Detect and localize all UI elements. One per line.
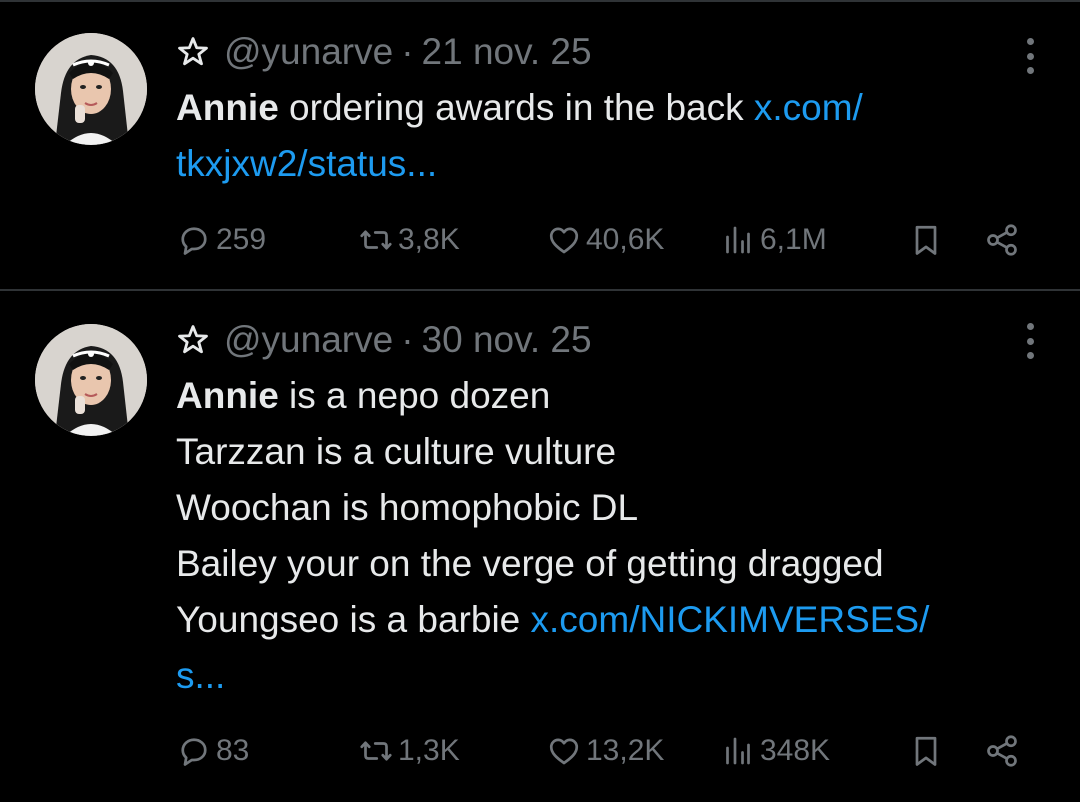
author-handle[interactable]: @yunarve bbox=[224, 319, 393, 361]
repost-button[interactable]: 3,8K bbox=[358, 220, 460, 260]
tweet-link[interactable]: tkxjxw2/status... bbox=[176, 143, 437, 184]
like-count: 13,2K bbox=[586, 734, 665, 767]
like-count: 40,6K bbox=[586, 223, 665, 256]
mention-bold: Annie bbox=[176, 375, 279, 416]
heart-icon bbox=[549, 738, 579, 765]
views-bar-chart-icon bbox=[726, 737, 750, 765]
tweet-link[interactable]: s... bbox=[176, 655, 225, 696]
tweet-actions: 259 3,8K 40,6K 6,1M bbox=[176, 220, 1036, 260]
like-button[interactable]: 40,6K bbox=[546, 220, 664, 260]
bookmark-button[interactable] bbox=[908, 731, 944, 771]
bookmark-button[interactable] bbox=[908, 220, 944, 260]
star-outline-icon bbox=[178, 37, 208, 66]
share-icon bbox=[987, 224, 1017, 256]
views-count: 6,1M bbox=[760, 223, 827, 256]
tweet-text-line: tkxjxw2/status... bbox=[176, 136, 1046, 192]
tweet[interactable]: @yunarve · 21 nov. 25 Annie ordering awa… bbox=[0, 0, 1080, 289]
more-vertical-icon[interactable] bbox=[1024, 323, 1036, 359]
bookmark-icon bbox=[915, 225, 937, 255]
mention-bold: Annie bbox=[176, 87, 279, 128]
views-button[interactable]: 6,1M bbox=[720, 220, 827, 260]
tweet-text: Annie is a nepo dozen Tarzzan is a cultu… bbox=[176, 368, 1046, 704]
reply-bubble-icon bbox=[181, 738, 207, 766]
tweet-text-line: s... bbox=[176, 648, 1046, 704]
repost-count: 3,8K bbox=[398, 223, 460, 256]
tweet-actions: 83 1,3K 13,2K 348K bbox=[176, 731, 1036, 771]
star-outline-icon bbox=[178, 325, 208, 354]
tweet-text-line: Annie is a nepo dozen bbox=[176, 375, 551, 416]
header-separator: · bbox=[401, 31, 414, 72]
views-count: 348K bbox=[760, 734, 831, 767]
tweet-text-line: Bailey your on the verge of getting drag… bbox=[176, 543, 884, 584]
tweet-header: @yunarve · 30 nov. 25 bbox=[176, 318, 592, 362]
reply-count: 259 bbox=[216, 223, 267, 256]
tweet-link[interactable]: x.com/NICKIMVERSES/ bbox=[531, 599, 930, 640]
bookmark-icon bbox=[915, 736, 937, 766]
share-icon bbox=[987, 735, 1017, 767]
views-button[interactable]: 348K bbox=[720, 731, 830, 771]
share-button[interactable] bbox=[984, 220, 1020, 260]
reply-bubble-icon bbox=[181, 227, 207, 255]
header-separator: · bbox=[401, 319, 414, 360]
avatar[interactable] bbox=[35, 324, 147, 436]
views-bar-chart-icon bbox=[726, 226, 750, 254]
reply-count: 83 bbox=[216, 734, 250, 767]
heart-icon bbox=[549, 227, 579, 254]
tweet[interactable]: @yunarve · 30 nov. 25 Annie is a nepo do… bbox=[0, 291, 1080, 802]
tweet-text-line: Youngseo is a barbie x.com/NICKIMVERSES/ bbox=[176, 599, 930, 640]
tweet-date[interactable]: 21 nov. 25 bbox=[422, 31, 592, 73]
tweet-link[interactable]: x.com/ bbox=[754, 87, 863, 128]
share-button[interactable] bbox=[984, 731, 1020, 771]
tweet-text: Annie ordering awards in the back x.com/… bbox=[176, 80, 1046, 192]
repost-arrows-icon bbox=[360, 230, 392, 250]
tweet-text-line: Woochan is homophobic DL bbox=[176, 487, 639, 528]
avatar[interactable] bbox=[35, 33, 147, 145]
tweet-header: @yunarve · 21 nov. 25 bbox=[176, 30, 592, 74]
reply-button[interactable]: 259 bbox=[176, 220, 266, 260]
repost-arrows-icon bbox=[360, 741, 392, 761]
author-handle[interactable]: @yunarve bbox=[224, 31, 393, 73]
tweet-text-line: Annie ordering awards in the back x.com/ bbox=[176, 87, 863, 128]
like-button[interactable]: 13,2K bbox=[546, 731, 664, 771]
repost-count: 1,3K bbox=[398, 734, 460, 767]
reply-button[interactable]: 83 bbox=[176, 731, 249, 771]
tweet-text-line: Tarzzan is a culture vulture bbox=[176, 431, 617, 472]
repost-button[interactable]: 1,3K bbox=[358, 731, 460, 771]
tweet-date[interactable]: 30 nov. 25 bbox=[422, 319, 592, 361]
more-vertical-icon[interactable] bbox=[1024, 38, 1036, 74]
